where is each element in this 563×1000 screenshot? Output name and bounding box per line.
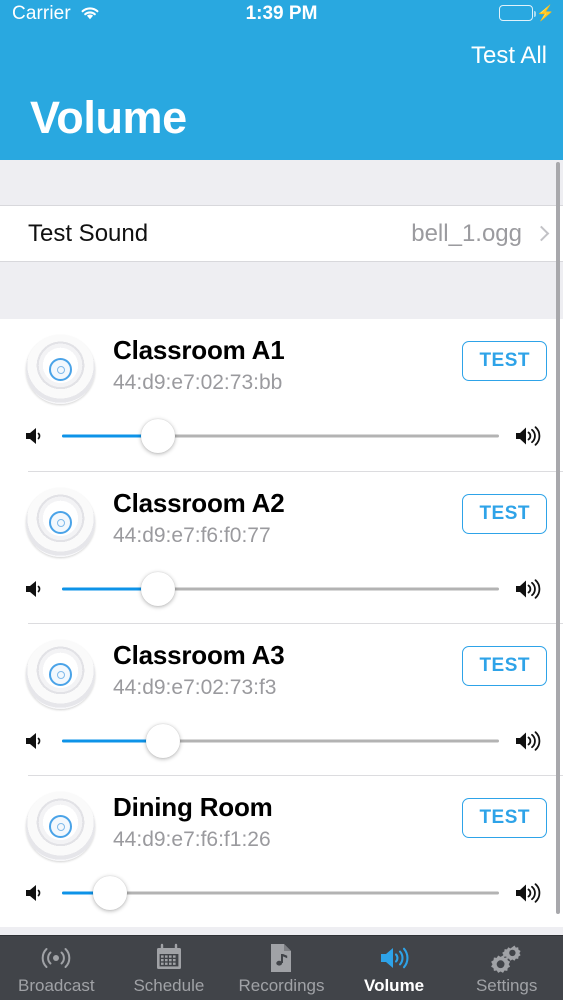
clock-label: 1:39 PM — [245, 3, 318, 24]
chevron-right-icon — [533, 225, 550, 242]
section-spacer-middle — [0, 262, 563, 319]
tab-label: Volume — [364, 976, 425, 995]
tab-label: Recordings — [238, 976, 325, 995]
test-all-button[interactable]: Test All — [471, 42, 547, 70]
speaker-high-icon — [513, 727, 543, 755]
device-list: Classroom A1 44:d9:e7:02:73:bb TEST Clas… — [0, 319, 563, 927]
volume-slider[interactable] — [62, 572, 499, 606]
battery-full-icon — [499, 5, 537, 21]
slider-thumb[interactable] — [141, 419, 176, 453]
test-sound-label: Test Sound — [28, 219, 149, 247]
tab-label: Settings — [475, 976, 538, 995]
device-row: Classroom A3 44:d9:e7:02:73:f3 TEST — [26, 623, 563, 775]
device-row: Classroom A1 44:d9:e7:02:73:bb TEST — [0, 319, 563, 471]
speaker-high-icon — [513, 575, 543, 603]
volume-slider-row — [0, 558, 563, 620]
speaker-low-icon — [22, 576, 48, 602]
tab-label: Schedule — [133, 976, 205, 995]
slider-thumb[interactable] — [145, 724, 180, 758]
app-screen: Carrier 1:39 PM ⚡ Test All Volume Test S… — [0, 0, 563, 1000]
tab-schedule[interactable]: Schedule — [113, 936, 226, 1000]
section-spacer-top — [0, 160, 563, 205]
device-mac-address: 44:d9:e7:f6:f1:26 — [113, 828, 271, 851]
device-name: Classroom A3 — [113, 640, 285, 670]
test-sound-value: bell_1.ogg — [411, 219, 522, 247]
speaker-high-icon — [513, 879, 543, 907]
access-point-icon — [26, 335, 95, 404]
device-info: Classroom A3 44:d9:e7:02:73:f3 — [113, 638, 462, 700]
volume-slider-row — [0, 862, 563, 924]
device-header: Classroom A1 44:d9:e7:02:73:bb TEST — [0, 333, 563, 405]
device-name: Dining Room — [113, 792, 273, 822]
access-point-icon — [26, 488, 95, 557]
speaker-low-icon — [22, 880, 48, 906]
device-header: Classroom A3 44:d9:e7:02:73:f3 TEST — [0, 638, 563, 710]
slider-thumb[interactable] — [141, 572, 176, 606]
broadcast-icon — [39, 943, 73, 973]
device-info: Dining Room 44:d9:e7:f6:f1:26 — [113, 790, 462, 852]
device-header: Classroom A2 44:d9:e7:f6:f0:77 TEST — [0, 486, 563, 558]
status-bar: Carrier 1:39 PM ⚡ — [0, 0, 563, 30]
device-info: Classroom A1 44:d9:e7:02:73:bb — [113, 333, 462, 395]
calendar-icon — [154, 943, 184, 973]
device-test-button[interactable]: TEST — [462, 494, 547, 534]
slider-thumb[interactable] — [93, 876, 128, 910]
speaker-low-icon — [22, 728, 48, 754]
speaker-low-icon — [22, 423, 48, 449]
device-mac-address: 44:d9:e7:f6:f0:77 — [113, 524, 271, 547]
tab-label: Broadcast — [18, 976, 95, 995]
speaker-icon — [377, 943, 411, 973]
vertical-scrollbar[interactable] — [556, 162, 560, 914]
volume-slider[interactable] — [62, 419, 499, 453]
device-row: Dining Room 44:d9:e7:f6:f1:26 TEST — [26, 775, 563, 927]
status-bar-right: ⚡ — [499, 5, 555, 21]
device-test-button[interactable]: TEST — [462, 646, 547, 686]
device-name: Classroom A2 — [113, 488, 285, 518]
device-header: Dining Room 44:d9:e7:f6:f1:26 TEST — [0, 790, 563, 862]
slider-track — [62, 891, 499, 895]
device-mac-address: 44:d9:e7:02:73:f3 — [113, 676, 277, 699]
device-row: Classroom A2 44:d9:e7:f6:f0:77 TEST — [26, 471, 563, 623]
volume-slider[interactable] — [62, 876, 499, 910]
volume-slider[interactable] — [62, 724, 499, 758]
tab-volume[interactable]: Volume — [338, 936, 451, 1000]
device-name: Classroom A1 — [113, 335, 285, 365]
device-test-button[interactable]: TEST — [462, 341, 547, 381]
lightning-bolt-icon: ⚡ — [536, 4, 555, 22]
test-sound-row[interactable]: Test Sound bell_1.ogg — [0, 205, 563, 262]
device-info: Classroom A2 44:d9:e7:f6:f0:77 — [113, 486, 462, 548]
access-point-icon — [26, 792, 95, 861]
page-title: Volume — [30, 92, 187, 143]
gears-icon — [490, 943, 523, 973]
navigation-header: Carrier 1:39 PM ⚡ Test All Volume — [0, 0, 563, 160]
access-point-icon — [26, 640, 95, 709]
tab-settings[interactable]: Settings — [450, 936, 563, 1000]
tab-recordings[interactable]: Recordings — [225, 936, 338, 1000]
scroll-content: Test Sound bell_1.ogg Classroom A1 44:d9… — [0, 160, 563, 935]
volume-slider-row — [0, 405, 563, 467]
tab-bar: Broadcast Schedule Recordings Volume Setting… — [0, 935, 563, 1000]
speaker-high-icon — [513, 422, 543, 450]
device-mac-address: 44:d9:e7:02:73:bb — [113, 371, 283, 394]
audio-file-icon — [268, 943, 294, 973]
tab-broadcast[interactable]: Broadcast — [0, 936, 113, 1000]
device-test-button[interactable]: TEST — [462, 798, 547, 838]
volume-slider-row — [0, 710, 563, 772]
